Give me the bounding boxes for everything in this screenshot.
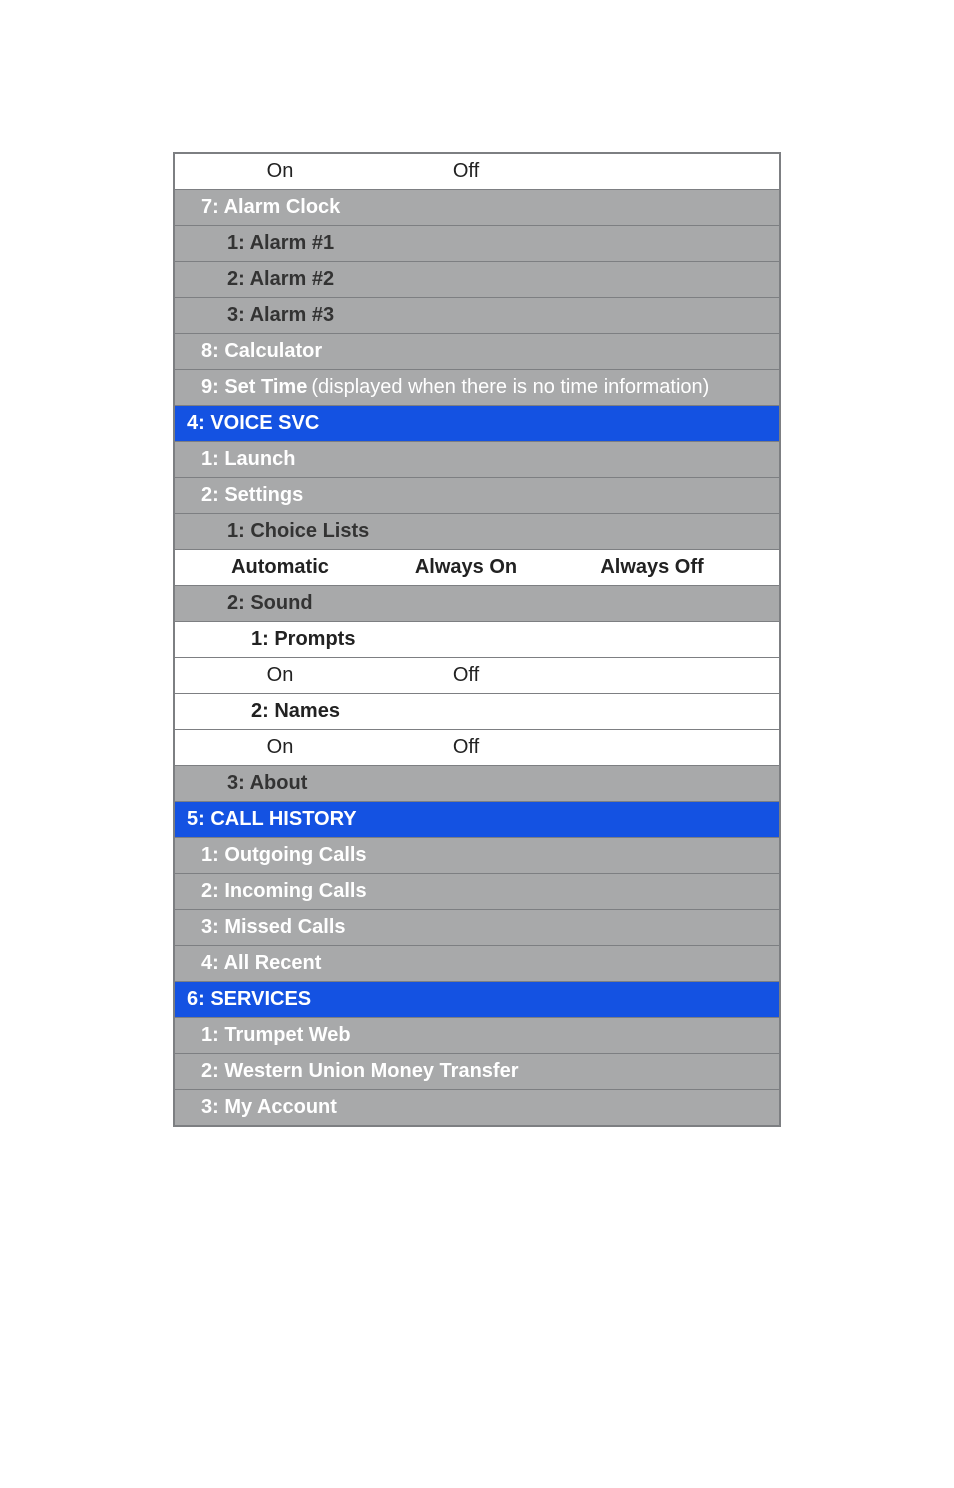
label: 2: Alarm #2: [227, 262, 334, 297]
label: 4: All Recent: [201, 946, 321, 981]
label: 1: Alarm #1: [227, 226, 334, 261]
option-blank: [559, 658, 745, 693]
option-off: Off: [373, 154, 559, 189]
label: 6: SERVICES: [187, 982, 311, 1017]
item-prompts: 1: Prompts: [175, 622, 779, 658]
label: 1: Outgoing Calls: [201, 838, 367, 873]
section-voice-svc: 4: VOICE SVC: [175, 406, 779, 442]
item-launch: 1: Launch: [175, 442, 779, 478]
label: 4: VOICE SVC: [187, 406, 319, 441]
options-row-top: On Off: [175, 154, 779, 190]
item-choice-lists: 1: Choice Lists: [175, 514, 779, 550]
options-row-prompts: On Off: [175, 658, 779, 694]
options-row-names: On Off: [175, 730, 779, 766]
label: 1: Choice Lists: [227, 514, 369, 549]
option-always-off: Always Off: [559, 550, 745, 585]
label: 3: About: [227, 766, 307, 801]
label: 5: CALL HISTORY: [187, 802, 357, 837]
label: 3: My Account: [201, 1090, 337, 1125]
option-off: Off: [373, 730, 559, 765]
label: 2: Names: [251, 694, 340, 729]
item-names: 2: Names: [175, 694, 779, 730]
item-set-time: 9: Set Time (displayed when there is no …: [175, 370, 779, 406]
label: 2: Western Union Money Transfer: [201, 1054, 518, 1089]
item-trumpet-web: 1: Trumpet Web: [175, 1018, 779, 1054]
item-alarm-3: 3: Alarm #3: [175, 298, 779, 334]
label: 9: Set Time: [201, 370, 307, 405]
option-on: On: [187, 658, 373, 693]
label: 3: Alarm #3: [227, 298, 334, 333]
item-calculator: 8: Calculator: [175, 334, 779, 370]
label: 8: Calculator: [201, 334, 322, 369]
item-incoming-calls: 2: Incoming Calls: [175, 874, 779, 910]
label: 3: Missed Calls: [201, 910, 346, 945]
option-on: On: [187, 154, 373, 189]
menu-table: On Off 7: Alarm Clock 1: Alarm #1 2: Ala…: [173, 152, 781, 1127]
options-row-choice: Automatic Always On Always Off: [175, 550, 779, 586]
option-off: Off: [373, 658, 559, 693]
option-always-on: Always On: [373, 550, 559, 585]
label: 1: Launch: [201, 442, 295, 477]
label: 2: Settings: [201, 478, 303, 513]
item-alarm-clock: 7: Alarm Clock: [175, 190, 779, 226]
item-western-union: 2: Western Union Money Transfer: [175, 1054, 779, 1090]
section-services: 6: SERVICES: [175, 982, 779, 1018]
note: (displayed when there is no time informa…: [311, 370, 709, 405]
option-blank: [559, 730, 745, 765]
item-missed-calls: 3: Missed Calls: [175, 910, 779, 946]
label: 1: Prompts: [251, 622, 355, 657]
option-blank: [559, 154, 745, 189]
option-on: On: [187, 730, 373, 765]
label: 1: Trumpet Web: [201, 1018, 351, 1053]
item-alarm-2: 2: Alarm #2: [175, 262, 779, 298]
option-automatic: Automatic: [187, 550, 373, 585]
label: 2: Incoming Calls: [201, 874, 367, 909]
item-alarm-1: 1: Alarm #1: [175, 226, 779, 262]
section-call-history: 5: CALL HISTORY: [175, 802, 779, 838]
item-sound: 2: Sound: [175, 586, 779, 622]
item-about: 3: About: [175, 766, 779, 802]
label: 7: Alarm Clock: [201, 190, 340, 225]
item-all-recent: 4: All Recent: [175, 946, 779, 982]
item-settings: 2: Settings: [175, 478, 779, 514]
item-outgoing-calls: 1: Outgoing Calls: [175, 838, 779, 874]
label: 2: Sound: [227, 586, 313, 621]
item-my-account: 3: My Account: [175, 1090, 779, 1125]
